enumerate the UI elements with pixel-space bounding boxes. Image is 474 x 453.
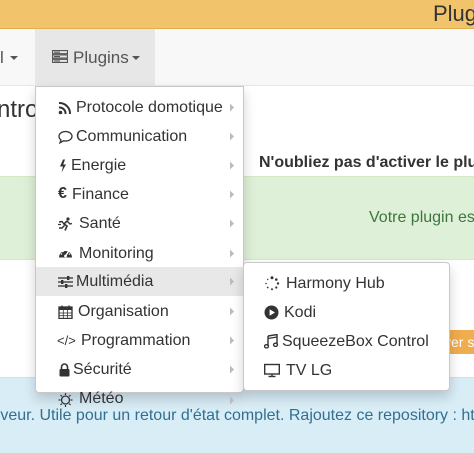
menu-item-label: Finance (72, 186, 129, 203)
submenu-item-tv-lg[interactable]: TV LG (244, 356, 449, 385)
menu-item-label: Protocole domotique (76, 99, 223, 116)
chevron-right-icon (230, 132, 234, 141)
chevron-right-icon (230, 249, 234, 258)
menu-item-label: Monitoring (79, 245, 154, 262)
menu-item-communication[interactable]: Communication (36, 122, 243, 151)
nav-previous-dropdown[interactable]: l (0, 29, 30, 86)
menu-item-monitoring[interactable]: Monitoring (36, 239, 243, 268)
submenu-item-squeezebox-control[interactable]: SqueezeBox Control (244, 327, 449, 356)
menu-item-label: Multimédia (76, 273, 154, 290)
success-alert-text: Votre plugin es (369, 209, 474, 226)
play-circle-icon (264, 305, 279, 320)
menu-item-label: Programmation (81, 332, 191, 349)
submenu-item-label: Kodi (284, 304, 317, 321)
submenu-item-kodi[interactable]: Kodi (244, 298, 449, 327)
nav-plugins-label: Plugins (73, 48, 129, 67)
menu-item-meteo[interactable]: Météo (36, 384, 243, 407)
nav-previous-label: l (0, 48, 4, 67)
caret-down-icon (132, 56, 140, 60)
caret-down-icon (10, 56, 18, 60)
window-title: Plug (433, 1, 474, 26)
running-icon (58, 217, 73, 231)
menu-item-protocole-domotique[interactable]: Protocole domotique (36, 93, 243, 122)
chevron-right-icon (230, 336, 234, 345)
info-alert-text: rveur. Utile pour un retour d'état compl… (0, 407, 474, 424)
lock-icon (59, 363, 70, 377)
page-title: ntro (0, 96, 39, 123)
menu-item-label: Organisation (78, 303, 169, 320)
multimedia-submenu: Harmony Hub Kodi SqueezeBox Control TV L… (243, 262, 450, 391)
menu-item-label: Energie (71, 157, 127, 174)
menu-item-energie[interactable]: Energie (36, 151, 243, 180)
music-icon (264, 334, 279, 349)
calendar-icon (58, 305, 73, 319)
euro-icon: € (58, 185, 67, 202)
submenu-item-label: Harmony Hub (286, 275, 385, 292)
navbar: l Plugins (0, 29, 474, 86)
spinner-icon (265, 276, 280, 291)
menu-item-label: Communication (76, 128, 188, 145)
submenu-item-harmony-hub[interactable]: Harmony Hub (244, 269, 449, 298)
sliders-icon (58, 276, 73, 288)
menu-item-securite[interactable]: Sécurité (36, 355, 243, 384)
rss-icon (58, 102, 71, 115)
comment-icon (58, 130, 73, 144)
menu-item-label: Sécurité (73, 361, 132, 378)
nav-plugins-dropdown[interactable]: Plugins (35, 29, 155, 86)
chevron-right-icon (230, 190, 234, 199)
menu-item-programmation[interactable]: </> Programmation (36, 326, 243, 355)
tv-icon (264, 363, 280, 378)
code-icon: </> (57, 333, 76, 348)
sun-icon (58, 393, 73, 407)
plugins-dropdown-menu: Protocole domotique Communication Energi… (35, 86, 244, 407)
chevron-right-icon (230, 307, 234, 316)
submenu-item-label: TV LG (286, 362, 333, 379)
chevron-right-icon (230, 396, 234, 405)
menu-item-sante[interactable]: Santé (36, 209, 243, 238)
chevron-right-icon (230, 365, 234, 374)
menu-item-finance[interactable]: € Finance (36, 180, 243, 209)
chevron-right-icon (230, 277, 234, 286)
menu-item-label: Météo (79, 390, 124, 407)
activation-reminder: N'oubliez pas d'activer le plu (259, 154, 474, 171)
dashboard-icon (59, 250, 72, 258)
menu-item-organisation[interactable]: Organisation (36, 297, 243, 326)
chevron-right-icon (230, 161, 234, 170)
menu-item-multimedia[interactable]: Multimédia (36, 267, 243, 296)
server-icon (52, 50, 68, 63)
chevron-right-icon (230, 103, 234, 112)
chevron-right-icon (230, 219, 234, 228)
menu-item-label: Santé (79, 215, 121, 232)
title-bar: Plug (0, 0, 474, 29)
submenu-item-label: SqueezeBox Control (282, 333, 429, 350)
